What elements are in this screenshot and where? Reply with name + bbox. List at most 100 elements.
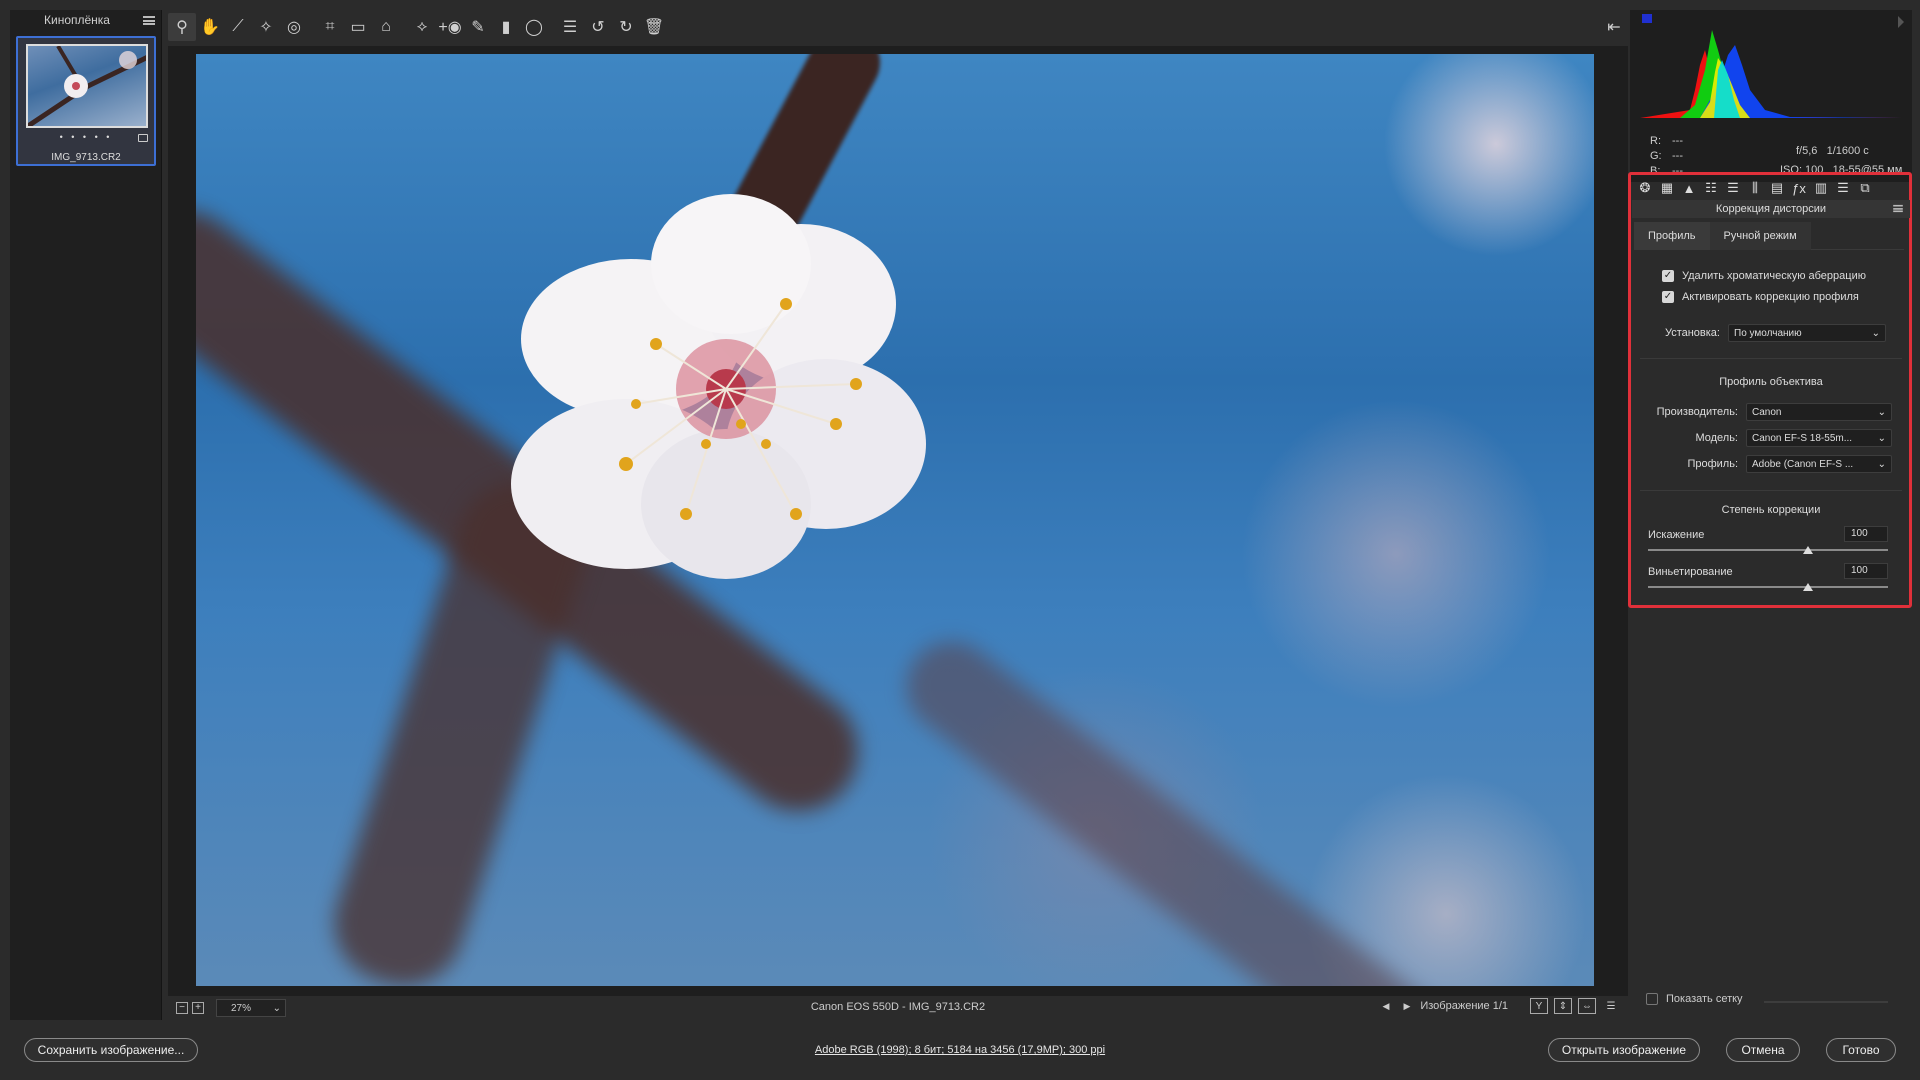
checkmark-icon: ✓ [1662, 291, 1674, 303]
enable-profile-checkbox[interactable]: ✓ Активировать коррекцию профиля [1662, 291, 1859, 303]
filmstrip-panel: Киноплёнка • • • • • IMG_9713.CR2 [10, 10, 162, 1020]
show-grid-checkbox[interactable]: Показать сетку [1646, 993, 1743, 1005]
g-label: G: [1650, 150, 1662, 162]
crop-tool-icon[interactable]: ⌗ [316, 13, 344, 41]
remove-ca-checkbox[interactable]: ✓ Удалить хроматическую аберрацию [1662, 270, 1866, 282]
make-value: Canon [1752, 406, 1782, 418]
red-eye-tool-icon[interactable]: +◉ [436, 13, 464, 41]
adjusted-badge-icon [138, 134, 148, 142]
canvas-status-bar: − + 27% ⌄ Canon EOS 550D - IMG_9713.CR2 … [168, 996, 1628, 1020]
effects-tab-icon[interactable]: ƒx [1790, 179, 1808, 197]
rotate-left-icon[interactable]: ↺ [584, 13, 612, 41]
split-toning-tab-icon[interactable]: ☰ [1724, 179, 1742, 197]
distortion-value-input[interactable]: 100 [1844, 526, 1888, 542]
make-row: Производитель: Canon ⌄ [1640, 403, 1892, 421]
preferences-icon[interactable]: ☰ [556, 13, 584, 41]
targeted-adjustment-tool-icon[interactable]: ◎ [280, 13, 308, 41]
filmstrip-menu-icon[interactable] [143, 15, 155, 25]
tab-manual[interactable]: Ручной режим [1709, 222, 1811, 250]
shadow-clipping-icon [1642, 14, 1652, 23]
detail-tab-icon[interactable]: ▲ [1680, 179, 1698, 197]
image-counter: Изображение 1/1 [1420, 1000, 1508, 1012]
g-value: --- [1672, 150, 1683, 162]
next-image-icon[interactable]: ▶ [1403, 1001, 1410, 1012]
make-select[interactable]: Canon ⌄ [1746, 403, 1892, 421]
panel-menu-icon[interactable] [1893, 204, 1903, 213]
straighten-tool-icon[interactable]: ▭ [344, 13, 372, 41]
model-value: Canon EF-S 18-55m... [1752, 432, 1853, 444]
swap-settings-button[interactable]: ⇕ [1554, 998, 1572, 1014]
profile-row: Профиль: Adobe (Canon EF-S ... ⌄ [1640, 455, 1892, 473]
aperture-value: f/5,6 [1796, 145, 1818, 157]
presets-tab-icon[interactable]: ☰ [1834, 179, 1852, 197]
r-label: R: [1650, 135, 1661, 147]
model-select[interactable]: Canon EF-S 18-55m... ⌄ [1746, 429, 1892, 447]
grid-size-slider[interactable] [1764, 1001, 1888, 1003]
lens-corrections-tab-icon[interactable]: ⫼ [1746, 179, 1764, 197]
transform-tab-icon[interactable]: ▤ [1768, 179, 1786, 197]
checkmark-icon: ✓ [1662, 270, 1674, 282]
radial-filter-icon[interactable]: ◯ [520, 13, 548, 41]
previous-image-icon[interactable]: ◀ [1383, 1001, 1390, 1012]
setup-select[interactable]: По умолчанию ⌄ [1728, 324, 1886, 342]
chevron-down-icon: ⌄ [1871, 327, 1880, 339]
cancel-button[interactable]: Отмена [1726, 1038, 1800, 1062]
lens-profile-title: Профиль объектива [1719, 376, 1823, 388]
camera-calibration-tab-icon[interactable]: ▥ [1812, 179, 1830, 197]
profile-label: Профиль: [1687, 458, 1738, 470]
distortion-label: Искажение [1648, 529, 1705, 541]
lens-tabs: Профиль Ручной режим [1634, 222, 1904, 250]
profile-select[interactable]: Adobe (Canon EF-S ... ⌄ [1746, 455, 1892, 473]
chevron-down-icon: ⌄ [1877, 432, 1886, 444]
rotate-right-icon[interactable]: ↻ [612, 13, 640, 41]
done-button[interactable]: Готово [1826, 1038, 1896, 1062]
vignetting-value-input[interactable]: 100 [1844, 563, 1888, 579]
vignetting-label: Виньетирование [1648, 566, 1733, 578]
photo-preview[interactable] [196, 54, 1594, 986]
histogram [1630, 10, 1912, 122]
hand-tool-icon[interactable]: ✋ [196, 13, 224, 41]
open-image-button[interactable]: Открыть изображение [1548, 1038, 1700, 1062]
panel-title: Коррекция дисторсии [1715, 203, 1827, 215]
distortion-slider-track[interactable] [1648, 549, 1888, 551]
copy-settings-button[interactable]: ⇔ [1578, 998, 1596, 1014]
transform-tool-icon[interactable]: ⌂ [372, 13, 400, 41]
adjustment-brush-icon[interactable]: ✎ [464, 13, 492, 41]
fullscreen-toggle-icon[interactable]: ⇤ [1600, 13, 1628, 41]
white-balance-tool-icon[interactable]: ⟋ [224, 13, 252, 41]
chevron-down-icon: ⌄ [1877, 458, 1886, 470]
basic-tab-icon[interactable]: ❂ [1636, 179, 1654, 197]
hsl-tab-icon[interactable]: ☷ [1702, 179, 1720, 197]
graduated-filter-icon[interactable]: ▮ [492, 13, 520, 41]
correction-amount-title: Степень коррекции [1721, 504, 1821, 516]
delete-icon[interactable]: 🗑 [640, 13, 668, 41]
distortion-slider-thumb[interactable] [1803, 546, 1813, 554]
tone-curve-tab-icon[interactable]: ▦ [1658, 179, 1676, 197]
thumbnail-img-9713[interactable]: • • • • • IMG_9713.CR2 [16, 36, 156, 166]
divider [1640, 358, 1902, 359]
checkbox-box [1646, 993, 1658, 1005]
tab-profile[interactable]: Профиль [1634, 222, 1710, 250]
filmstrip-title: Киноплёнка [44, 13, 110, 27]
vignetting-slider-track[interactable] [1648, 586, 1888, 588]
thumbnail-rating[interactable]: • • • • • [18, 132, 154, 142]
shutter-value: 1/1600 с [1826, 145, 1869, 157]
setup-value: По умолчанию [1734, 327, 1802, 339]
thumbnail-image [26, 44, 148, 128]
snapshots-tab-icon[interactable]: ⧉ [1856, 179, 1874, 197]
color-sampler-tool-icon[interactable]: ✧ [252, 13, 280, 41]
model-row: Модель: Canon EF-S 18-55m... ⌄ [1640, 429, 1892, 447]
spot-removal-tool-icon[interactable]: ⟡ [408, 13, 436, 41]
vignetting-slider-thumb[interactable] [1803, 583, 1813, 591]
remove-ca-label: Удалить хроматическую аберрацию [1682, 270, 1866, 282]
model-label: Модель: [1695, 432, 1738, 444]
show-grid-label: Показать сетку [1666, 993, 1743, 1005]
divider [1640, 490, 1902, 491]
toggle-settings-icon[interactable]: ☰ [1602, 998, 1620, 1014]
chevron-down-icon: ⌄ [1877, 406, 1886, 418]
image-navigation: ◀ ▶ Изображение 1/1 Y ⇕ ⇔ ☰ [1379, 998, 1620, 1014]
zoom-tool-icon[interactable]: ⚲ [168, 13, 196, 41]
before-after-toggle-button[interactable]: Y [1530, 998, 1548, 1014]
panel-tab-icons: ❂ ▦ ▲ ☷ ☰ ⫼ ▤ ƒx ▥ ☰ ⧉ [1636, 178, 1874, 198]
tools-toolbar: ⚲ ✋ ⟋ ✧ ◎ ⌗ ▭ ⌂ ⟡ +◉ ✎ ▮ ◯ ☰ ↺ ↻ 🗑 ⇤ [168, 10, 1628, 44]
